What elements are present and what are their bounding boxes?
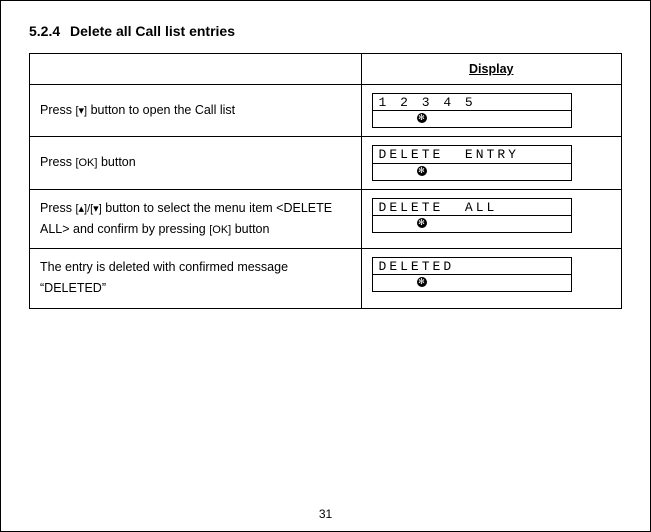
bluetooth-icon: ✻: [417, 277, 427, 287]
instr-text: Press: [40, 155, 75, 169]
lcd-line2: ✻: [373, 111, 571, 127]
lcd-line2: ✻: [373, 275, 571, 291]
lcd-line1: DELETE ENTRY: [373, 146, 571, 163]
instr-text: The entry is deleted with confirmed mess…: [40, 260, 288, 295]
instr-text: Press: [40, 103, 75, 117]
display-cell: DELETE ENTRY ✻: [361, 137, 621, 189]
lcd-display: DELETE ENTRY ✻: [372, 145, 572, 180]
ok-button-symbol: [OK]: [75, 157, 97, 169]
page-number: 31: [1, 507, 650, 521]
instruction-cell: The entry is deleted with confirmed mess…: [30, 249, 362, 309]
lcd-line1: 1 2 3 4 5: [373, 94, 571, 111]
instruction-cell: Press [▴]/[▾] button to select the menu …: [30, 189, 362, 249]
table-row: Press [OK] button DELETE ENTRY ✻: [30, 137, 622, 189]
header-empty: [30, 54, 362, 85]
instruction-cell: Press [▾] button to open the Call list: [30, 85, 362, 137]
section-heading: 5.2.4 Delete all Call list entries: [29, 23, 622, 39]
lcd-display: 1 2 3 4 5 ✻: [372, 93, 572, 128]
ok-button-symbol: [OK]: [209, 224, 231, 236]
instruction-table: Display Press [▾] button to open the Cal…: [29, 53, 622, 309]
instr-text: button to open the Call list: [91, 103, 236, 117]
instr-text: button: [235, 222, 270, 236]
instr-text: button: [101, 155, 136, 169]
table-row: The entry is deleted with confirmed mess…: [30, 249, 622, 309]
instr-text: Press: [40, 201, 75, 215]
bluetooth-icon: ✻: [417, 218, 427, 228]
lcd-line2: ✻: [373, 216, 571, 232]
display-cell: 1 2 3 4 5 ✻: [361, 85, 621, 137]
down-button-symbol: [▾]: [75, 102, 87, 121]
table-row: Press [▴]/[▾] button to select the menu …: [30, 189, 622, 249]
table-row: Press [▾] button to open the Call list 1…: [30, 85, 622, 137]
lcd-line1: DELETE ALL: [373, 199, 571, 216]
lcd-line2: ✻: [373, 164, 571, 180]
instruction-cell: Press [OK] button: [30, 137, 362, 189]
display-cell: DELETED ✻: [361, 249, 621, 309]
display-cell: DELETE ALL ✻: [361, 189, 621, 249]
section-title: Delete all Call list entries: [70, 23, 235, 39]
lcd-display: DELETE ALL ✻: [372, 198, 572, 233]
lcd-display: DELETED ✻: [372, 257, 572, 292]
bluetooth-icon: ✻: [417, 113, 427, 123]
lcd-line1: DELETED: [373, 258, 571, 275]
section-number: 5.2.4: [29, 23, 60, 39]
bluetooth-icon: ✻: [417, 166, 427, 176]
header-display: Display: [361, 54, 621, 85]
manual-page: 5.2.4 Delete all Call list entries Displ…: [0, 0, 651, 532]
up-down-button-symbol: [▴]/[▾]: [75, 200, 101, 219]
table-header-row: Display: [30, 54, 622, 85]
